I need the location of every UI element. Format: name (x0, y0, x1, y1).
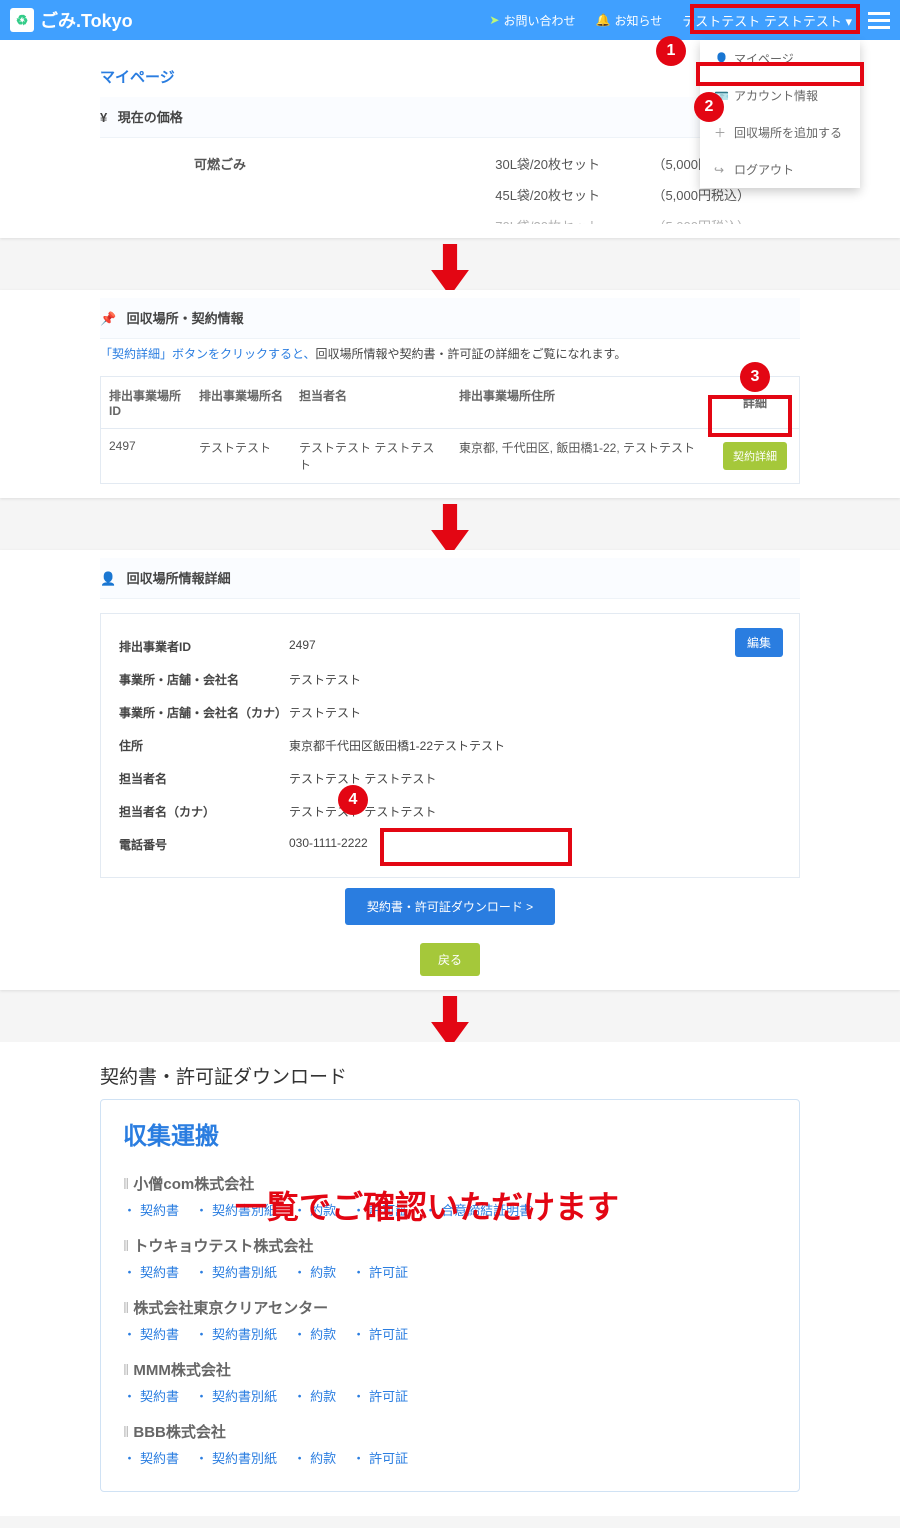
download-link[interactable]: ・約款 (293, 1265, 336, 1280)
contract-detail-button[interactable]: 契約詳細 (723, 442, 787, 470)
section-price-head: ¥ 現在の価格 (100, 97, 800, 138)
download-link[interactable]: ・契約書別紙 (195, 1389, 277, 1404)
table-header: 排出事業場所ID 排出事業場所名 担当者名 排出事業場所住所 詳細 (101, 377, 799, 429)
download-link[interactable]: ・約款 (293, 1203, 336, 1218)
panel-detail: 👤 回収場所情報詳細 編集 排出事業者ID2497 事業所・店舗・会社名テストテ… (0, 550, 900, 990)
company-links: ・契約書 ・契約書別紙 ・約款 ・許可証 (123, 1320, 777, 1351)
company-name: トウキョウテスト株式会社 (123, 1227, 777, 1258)
back-button[interactable]: 戻る (420, 943, 480, 976)
download-heading: 収集運搬 (123, 1116, 777, 1151)
topbar: ♻ ごみ.Tokyo ➤ お問い合わせ 🔔 お知らせ テストテスト テストテスト… (0, 0, 900, 40)
download-link[interactable]: ・約款 (293, 1389, 336, 1404)
flow-arrow-icon (0, 250, 900, 290)
dropdown-mypage[interactable]: 👤 マイページ (700, 40, 860, 77)
detail-box: 編集 排出事業者ID2497 事業所・店舗・会社名テストテスト 事業所・店舗・会… (100, 613, 800, 878)
company-links: ・契約書 ・契約書別紙 ・約款 ・許可証 (123, 1382, 777, 1413)
caret-down-icon: ▾ (845, 14, 852, 29)
paper-plane-icon: ➤ (489, 13, 499, 27)
panel-contract: 📌 回収場所・契約情報 「契約詳細」ボタンをクリックすると、回収場所情報や契約書… (0, 290, 900, 498)
brand-text: ごみ.Tokyo (40, 7, 133, 33)
dropdown-add-place[interactable]: ＋ 回収場所を追加する (700, 114, 860, 151)
price-row: 45L袋/20枚セット （5,000円税込） (100, 179, 800, 210)
hamburger-menu[interactable] (868, 8, 890, 33)
company-name: MMM株式会社 (123, 1351, 777, 1382)
company-name: 株式会社東京クリアセンター (123, 1289, 777, 1320)
download-link[interactable]: ・許可証 (352, 1451, 408, 1466)
brand-logo[interactable]: ♻ ごみ.Tokyo (10, 7, 133, 33)
download-link[interactable]: ・合意締結証明書 (424, 1203, 532, 1218)
price-row: 70L袋/20枚セット （5,000円税込） (100, 210, 800, 224)
download-link[interactable]: ・契約書別紙 (195, 1451, 277, 1466)
download-title: 契約書・許可証ダウンロード (100, 1056, 800, 1099)
company-name: 小僧com株式会社 (123, 1165, 777, 1196)
edit-button[interactable]: 編集 (735, 628, 783, 657)
dropdown-account[interactable]: 🪪 アカウント情報 (700, 77, 860, 114)
download-button[interactable]: 契約書・許可証ダウンロード > (345, 888, 555, 925)
download-link[interactable]: ・契約書 (123, 1451, 179, 1466)
id-icon: 🪪 (714, 89, 726, 103)
company-name: BBB株式会社 (123, 1413, 777, 1444)
company-links: ・契約書 ・契約書別紙 ・約款 ・許可証 (123, 1444, 777, 1475)
recycle-icon: ♻ (10, 8, 34, 32)
contract-table: 排出事業場所ID 排出事業場所名 担当者名 排出事業場所住所 詳細 2497 テ… (100, 376, 800, 484)
download-link[interactable]: ・許可証 (352, 1327, 408, 1342)
download-link[interactable]: ・契約書別紙 (195, 1265, 277, 1280)
download-link[interactable]: ・約款 (293, 1327, 336, 1342)
download-link[interactable]: ・契約書別紙 (195, 1327, 277, 1342)
download-link[interactable]: ・許可証 (352, 1203, 408, 1218)
download-box: 収集運搬 小僧com株式会社・契約書・契約書別紙・約款・許可証・合意締結証明書ト… (100, 1099, 800, 1492)
company-links: ・契約書 ・契約書別紙 ・約款 ・許可証 ・合意締結証明書 (123, 1196, 777, 1227)
contact-link[interactable]: ➤ お問い合わせ (489, 12, 575, 29)
section-detail-head: 👤 回収場所情報詳細 (100, 558, 800, 599)
download-link[interactable]: ・約款 (293, 1451, 336, 1466)
user-dropdown: 👤 マイページ 🪪 アカウント情報 ＋ 回収場所を追加する ↪ ログアウト (700, 40, 860, 188)
pin-icon: 📌 (100, 311, 116, 326)
download-link[interactable]: ・許可証 (352, 1389, 408, 1404)
user-menu-trigger[interactable]: テストテスト テストテスト ▾ (672, 7, 862, 34)
dropdown-logout[interactable]: ↪ ログアウト (700, 151, 860, 188)
bell-icon: 🔔 (596, 13, 611, 27)
download-link[interactable]: ・許可証 (352, 1265, 408, 1280)
flow-arrow-icon (0, 1002, 900, 1042)
plus-icon: ＋ (714, 124, 726, 141)
panel-download: 契約書・許可証ダウンロード 収集運搬 小僧com株式会社・契約書・契約書別紙・約… (0, 1042, 900, 1516)
section-contract-head: 📌 回収場所・契約情報 (100, 298, 800, 339)
user-icon: 👤 (714, 52, 726, 66)
person-icon: 👤 (100, 571, 116, 586)
yen-icon: ¥ (100, 110, 107, 125)
download-link[interactable]: ・契約書 (123, 1203, 179, 1218)
price-row: 可燃ごみ 30L袋/20枚セット （5,000円税込） (100, 148, 800, 179)
company-links: ・契約書 ・契約書別紙 ・約款 ・許可証 (123, 1258, 777, 1289)
download-link[interactable]: ・契約書 (123, 1389, 179, 1404)
exit-icon: ↪ (714, 163, 726, 177)
mypage-title: マイページ (100, 48, 800, 97)
download-link[interactable]: ・契約書別紙 (195, 1203, 277, 1218)
flow-arrow-icon (0, 510, 900, 550)
table-row: 2497 テストテスト テストテスト テストテスト 東京都, 千代田区, 飯田橋… (101, 429, 799, 483)
contract-hint: 「契約詳細」ボタンをクリックすると、回収場所情報や契約書・許可証の詳細をご覧にな… (100, 339, 800, 376)
download-link[interactable]: ・契約書 (123, 1327, 179, 1342)
notice-link[interactable]: 🔔 お知らせ (596, 12, 663, 29)
download-link[interactable]: ・契約書 (123, 1265, 179, 1280)
